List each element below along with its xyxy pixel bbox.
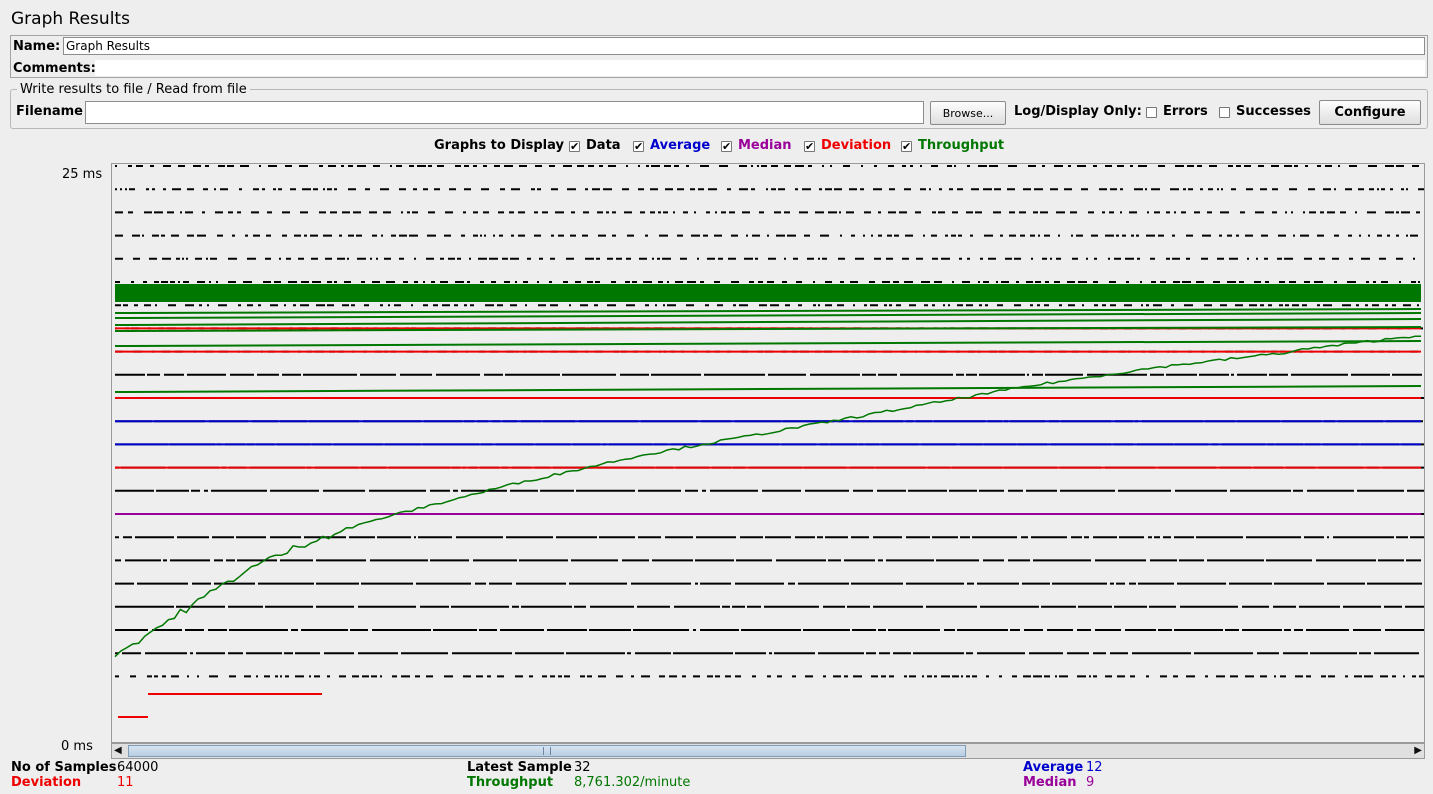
browse-button[interactable]: Browse... — [930, 101, 1006, 125]
filename-label: Filename — [16, 104, 83, 119]
samples-value: 64000 — [117, 760, 159, 775]
filename-field[interactable] — [85, 101, 924, 124]
name-comments-box: Name: Graph Results Comments: — [10, 35, 1428, 78]
thumb-grip-icon — [543, 747, 551, 755]
name-field[interactable]: Graph Results — [63, 37, 1425, 55]
median-stat-label: Median — [1023, 775, 1077, 790]
graph-average-label: Average — [650, 138, 711, 153]
throughput-line — [114, 308, 1422, 314]
throughput-band — [115, 284, 1421, 302]
latest-sample-value: 32 — [574, 760, 591, 775]
file-legend: Write results to file / Read from file — [17, 82, 250, 97]
graph-chart — [114, 165, 1433, 718]
throughput-line — [114, 318, 1422, 326]
average-stat-value: 12 — [1086, 760, 1103, 775]
scroll-thumb[interactable] — [128, 745, 966, 757]
comments-field[interactable] — [95, 60, 1425, 76]
graph-data-checkbox[interactable]: ✔ — [569, 141, 580, 152]
graph-median-label: Median — [738, 138, 792, 153]
throughput-line — [114, 340, 1422, 347]
name-label: Name: — [13, 39, 61, 54]
successes-label: Successes — [1236, 104, 1311, 119]
throughput-line — [114, 385, 1422, 393]
graph-plot-area — [111, 163, 1433, 743]
average-stat-label: Average — [1023, 760, 1084, 775]
graph-data-label: Data — [586, 138, 621, 153]
y-axis-max-label: 25 ms — [62, 167, 103, 182]
configure-button[interactable]: Configure — [1319, 100, 1421, 125]
log-display-label: Log/Display Only: — [1014, 104, 1142, 119]
median-stat-value: 9 — [1086, 775, 1095, 790]
throughput-line — [114, 312, 1422, 319]
deviation-stat-value: 11 — [117, 775, 134, 790]
scroll-right-arrow-icon[interactable]: ▶ — [1414, 745, 1422, 756]
scroll-left-arrow-icon[interactable]: ◀ — [114, 745, 122, 756]
graph-deviation-checkbox[interactable]: ✔ — [804, 141, 815, 152]
successes-checkbox[interactable] — [1219, 107, 1230, 118]
errors-label: Errors — [1163, 104, 1208, 119]
graph-deviation-label: Deviation — [821, 138, 892, 153]
graphs-to-display-label: Graphs to Display — [434, 138, 564, 153]
throughput-series-line — [114, 335, 1422, 658]
horizontal-scrollbar[interactable]: ◀ ▶ — [111, 743, 1425, 759]
y-axis-min-label: 0 ms — [61, 739, 93, 754]
graph-throughput-checkbox[interactable]: ✔ — [901, 141, 912, 152]
panel-title: Graph Results — [11, 9, 130, 29]
errors-checkbox[interactable] — [1146, 107, 1157, 118]
throughput-stat-value: 8,761.302/minute — [574, 775, 691, 790]
comments-label: Comments: — [13, 61, 96, 76]
graph-average-checkbox[interactable]: ✔ — [633, 141, 644, 152]
graph-median-checkbox[interactable]: ✔ — [721, 141, 732, 152]
latest-sample-label: Latest Sample — [467, 760, 572, 775]
throughput-stat-label: Throughput — [467, 775, 554, 790]
deviation-stat-label: Deviation — [11, 775, 82, 790]
samples-label: No of Samples — [11, 760, 117, 775]
graph-throughput-label: Throughput — [918, 138, 1005, 153]
